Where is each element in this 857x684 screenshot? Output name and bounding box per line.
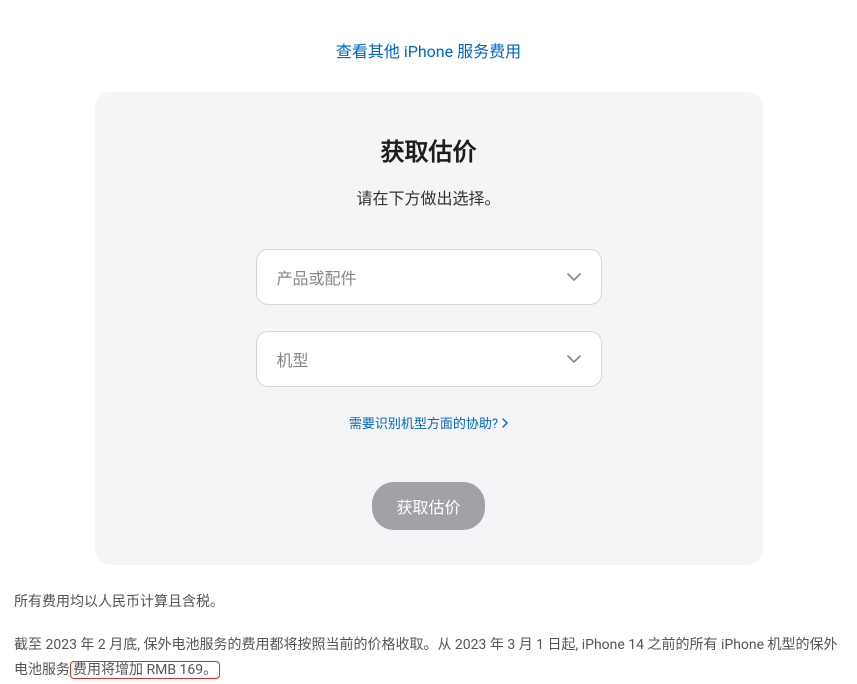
product-select[interactable]: 产品或配件	[256, 249, 602, 305]
card-subtitle: 请在下方做出选择。	[115, 185, 743, 209]
get-estimate-button[interactable]: 获取估价	[372, 482, 484, 530]
chevron-right-icon	[502, 418, 508, 428]
model-select[interactable]: 机型	[256, 331, 602, 387]
price-increase-highlight: 费用将增加 RMB 169。	[70, 661, 220, 679]
top-link-container: 查看其他 iPhone 服务费用	[0, 0, 857, 92]
estimate-card: 获取估价 请在下方做出选择。 产品或配件 机型 需要识别机型方面的协助? 获取估…	[95, 92, 763, 565]
model-select-placeholder: 机型	[277, 347, 309, 371]
footer-line-2: 截至 2023 年 2 月底, 保外电池服务的费用都将按照当前的价格收取。从 2…	[14, 633, 843, 683]
product-select-placeholder: 产品或配件	[277, 265, 357, 289]
identify-model-help-link[interactable]: 需要识别机型方面的协助?	[349, 413, 508, 432]
card-title: 获取估价	[115, 132, 743, 167]
submit-button-container: 获取估价	[115, 482, 743, 530]
footer-line-1: 所有费用均以人民币计算且含税。	[14, 590, 843, 615]
footer-text: 所有费用均以人民币计算且含税。 截至 2023 年 2 月底, 保外电池服务的费…	[0, 565, 857, 684]
chevron-down-icon	[567, 355, 581, 363]
model-select-wrapper: 机型	[256, 331, 602, 387]
help-link-text: 需要识别机型方面的协助?	[349, 413, 498, 432]
view-other-services-link[interactable]: 查看其他 iPhone 服务费用	[336, 42, 521, 61]
chevron-down-icon	[567, 273, 581, 281]
product-select-wrapper: 产品或配件	[256, 249, 602, 305]
